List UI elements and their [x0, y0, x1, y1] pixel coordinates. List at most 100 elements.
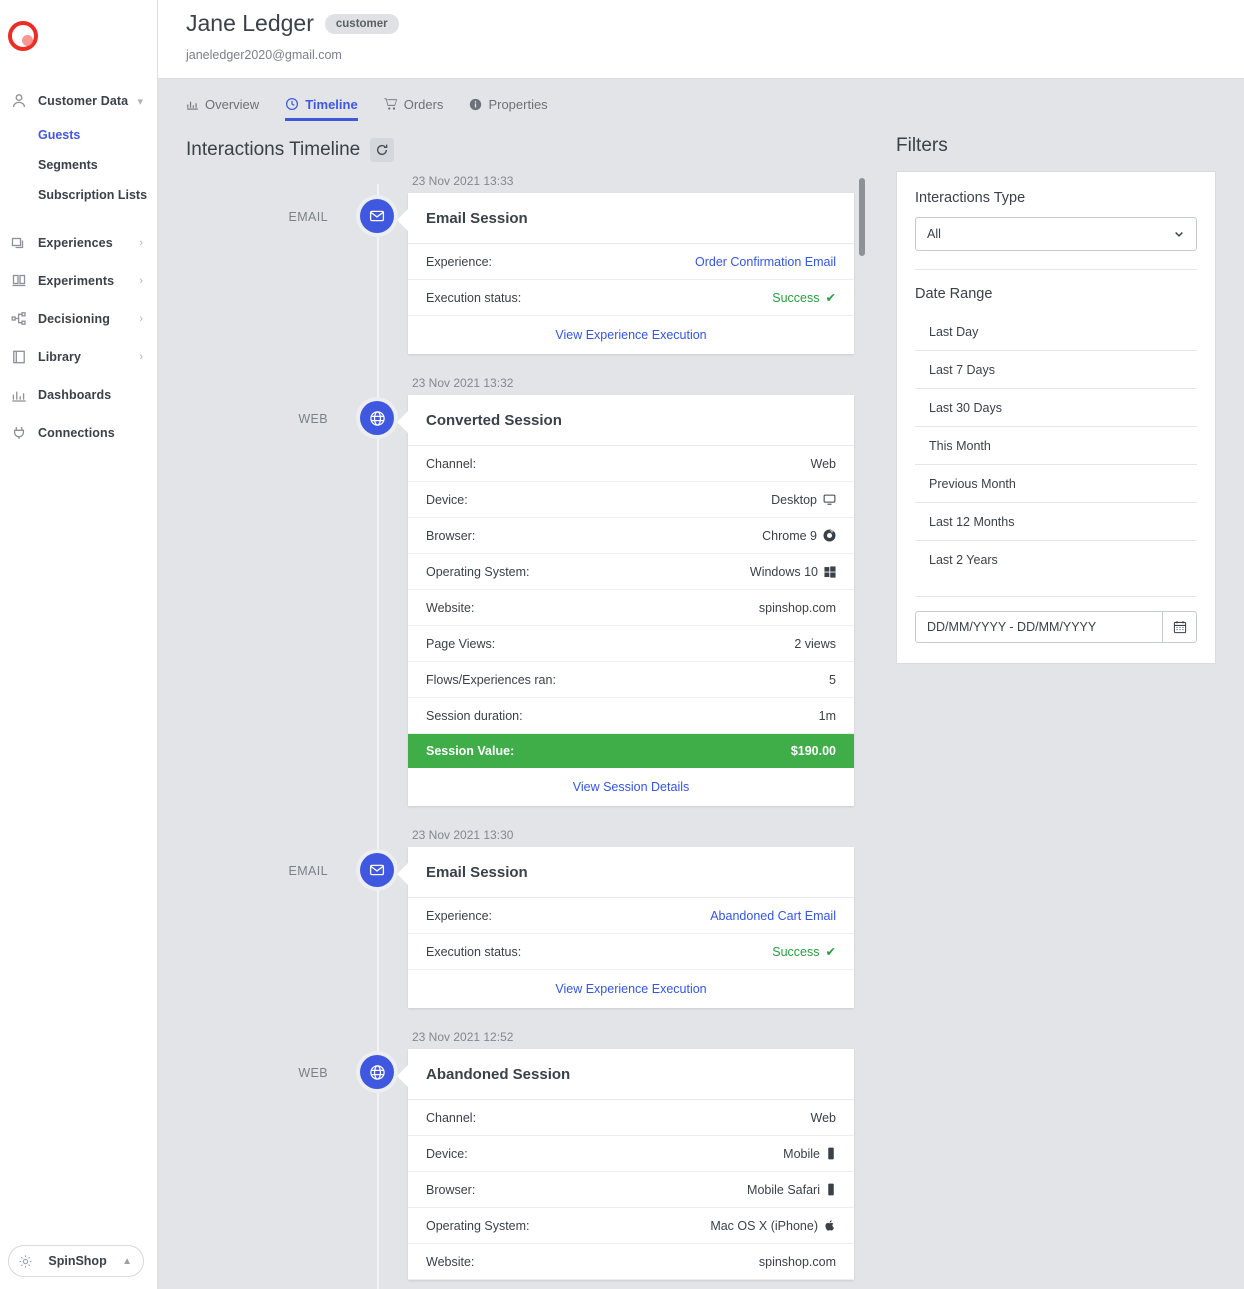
date-range-option-last-7-days[interactable]: Last 7 Days	[915, 351, 1197, 389]
timeline-title: Interactions Timeline	[186, 139, 360, 161]
table-row: Execution status: Success ✔	[408, 280, 854, 316]
divider	[915, 269, 1197, 270]
status-badge: customer	[325, 14, 399, 34]
timeline-card-column: 23 Nov 2021 12:52 Abandoned Session Chan…	[408, 1030, 854, 1280]
windows-icon	[824, 566, 836, 578]
content-body: Overview Timeline	[158, 79, 1244, 1289]
sidebar-item-connections[interactable]: Connections	[0, 414, 157, 452]
row-value: 5	[829, 673, 836, 687]
sidebar-item-label: Dashboards	[38, 388, 157, 402]
globe-icon	[360, 401, 394, 435]
sidebar: Customer Data ▾ Guests Segments Subscrip…	[0, 0, 158, 1289]
date-range-option-last-12-months[interactable]: Last 12 Months	[915, 503, 1197, 541]
sidebar-item-experiences[interactable]: Experiences ›	[0, 224, 157, 262]
customer-title-row: Jane Ledger customer	[186, 10, 1244, 37]
calendar-icon[interactable]	[1162, 612, 1196, 642]
row-key: Device:	[426, 493, 468, 507]
sidebar-item-label: Customer Data	[38, 94, 137, 108]
row-key: Flows/Experiences ran:	[426, 673, 556, 687]
row-value-experience-link[interactable]: Abandoned Cart Email	[710, 909, 836, 923]
view-session-details-link[interactable]: View Session Details	[408, 768, 854, 806]
sidebar-item-guests[interactable]: Guests	[38, 120, 157, 150]
sidebar-item-subscription-lists[interactable]: Subscription Lists	[38, 180, 157, 210]
divider	[915, 596, 1197, 597]
workspace-label: SpinShop	[33, 1254, 122, 1268]
timeline-channel-label: WEB	[186, 1030, 346, 1280]
card-title: Abandoned Session	[408, 1049, 854, 1100]
tab-properties[interactable]: Properties	[469, 99, 547, 121]
row-value-text: Mobile	[783, 1147, 820, 1161]
timeline-node-column	[346, 174, 408, 354]
date-range-option-previous-month[interactable]: Previous Month	[915, 465, 1197, 503]
table-row: Browser: Mobile Safari	[408, 1172, 854, 1208]
sidebar-item-label: Connections	[38, 426, 157, 440]
tab-label: Overview	[205, 97, 259, 112]
flask-icon	[8, 273, 30, 289]
brand-logo-icon	[8, 21, 38, 51]
row-value: $190.00	[791, 744, 836, 758]
workspace-switcher[interactable]: SpinShop ▲	[8, 1245, 144, 1277]
sidebar-item-label: Experiences	[38, 236, 139, 250]
card-title: Converted Session	[408, 395, 854, 446]
sidebar-item-experiments[interactable]: Experiments ›	[0, 262, 157, 300]
refresh-icon[interactable]	[370, 138, 394, 162]
chevron-right-icon: ›	[139, 275, 157, 287]
row-value: 1m	[819, 709, 836, 723]
table-row: Device: Desktop	[408, 482, 854, 518]
row-value: Mac OS X (iPhone)	[710, 1219, 836, 1233]
table-row: Execution status: Success ✔	[408, 934, 854, 970]
apple-icon	[824, 1219, 836, 1232]
brand-logo[interactable]	[0, 0, 157, 72]
date-range-input[interactable]	[916, 612, 1162, 642]
chevron-up-icon: ▲	[122, 1256, 132, 1267]
timeline-channel-label: EMAIL	[186, 828, 346, 1008]
view-experience-execution-link[interactable]: View Experience Execution	[408, 316, 854, 354]
row-value: 2 views	[794, 637, 836, 651]
date-range-option-last-2-years[interactable]: Last 2 Years	[915, 541, 1197, 579]
sidebar-item-dashboards[interactable]: Dashboards	[0, 376, 157, 414]
mobile-icon	[826, 1147, 836, 1160]
timeline-card: Abandoned Session Channel: Web Device: M…	[408, 1049, 854, 1280]
table-row: Website: spinshop.com	[408, 1244, 854, 1280]
view-experience-execution-link[interactable]: View Experience Execution	[408, 970, 854, 1008]
timeline-timestamp: 23 Nov 2021 13:32	[408, 376, 854, 390]
layers-icon	[8, 235, 30, 251]
check-icon: ✔	[826, 944, 836, 959]
timeline-column: Overview Timeline	[186, 79, 868, 1289]
sidebar-item-label: Library	[38, 350, 139, 364]
timeline-card: Converted Session Channel: Web Device: D…	[408, 395, 854, 806]
person-icon	[8, 93, 30, 109]
monitor-icon	[823, 493, 836, 506]
sidebar-item-label: Decisioning	[38, 312, 139, 326]
sidebar-item-decisioning[interactable]: Decisioning ›	[0, 300, 157, 338]
tab-overview[interactable]: Overview	[186, 99, 259, 121]
sidebar-subnav-customer-data: Guests Segments Subscription Lists	[0, 120, 157, 210]
sidebar-item-customer-data[interactable]: Customer Data ▾	[0, 82, 157, 120]
envelope-icon	[360, 199, 394, 233]
clock-icon	[285, 97, 299, 111]
row-value-text: Desktop	[771, 493, 817, 507]
timeline-scrollbar[interactable]	[859, 178, 865, 256]
row-value-status: Success ✔	[772, 944, 836, 959]
main-area: Jane Ledger customer janeledger2020@gmai…	[158, 0, 1244, 1289]
date-range-option-last-day[interactable]: Last Day	[915, 313, 1197, 351]
sidebar-item-library[interactable]: Library ›	[0, 338, 157, 376]
tab-timeline[interactable]: Timeline	[285, 99, 358, 121]
sidebar-item-segments[interactable]: Segments	[38, 150, 157, 180]
chart-icon	[186, 98, 199, 111]
date-range-option-this-month[interactable]: This Month	[915, 427, 1197, 465]
date-range-option-last-30-days[interactable]: Last 30 Days	[915, 389, 1197, 427]
gear-icon	[18, 1254, 33, 1269]
status-text: Success	[772, 291, 819, 305]
timeline-timestamp: 23 Nov 2021 13:33	[408, 174, 854, 188]
tab-orders[interactable]: Orders	[384, 99, 444, 121]
interactions-type-select[interactable]: All	[915, 217, 1197, 251]
row-value-text: Chrome 9	[762, 529, 817, 543]
timeline-channel-label: EMAIL	[186, 174, 346, 354]
chevron-right-icon: ›	[139, 313, 157, 325]
row-value-experience-link[interactable]: Order Confirmation Email	[695, 255, 836, 269]
row-value: spinshop.com	[759, 1255, 836, 1269]
date-range-list: Last Day Last 7 Days Last 30 Days This M…	[915, 313, 1197, 579]
chevron-down-icon	[1173, 228, 1185, 240]
bar-chart-icon	[8, 387, 30, 403]
